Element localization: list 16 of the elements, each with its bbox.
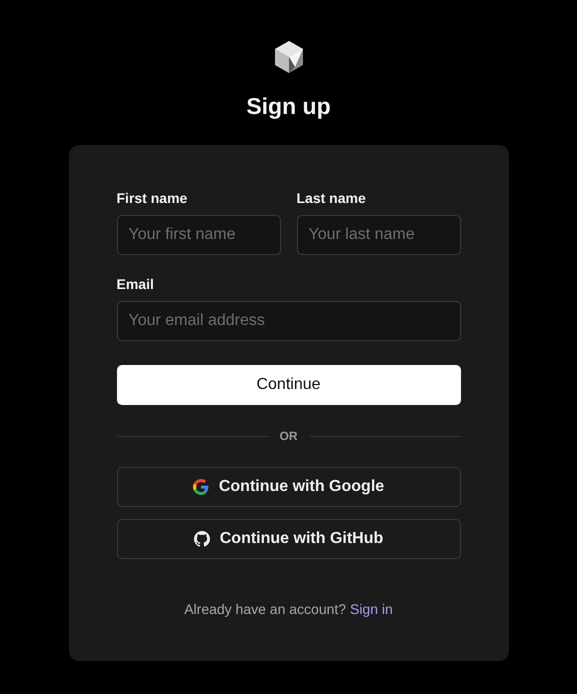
field-label: Last name <box>296 189 367 207</box>
input-field[interactable]: Your email address <box>116 301 460 341</box>
divider-label: OR <box>280 429 298 443</box>
github-icon <box>194 531 210 547</box>
input-field[interactable]: Your first name <box>116 215 280 255</box>
input-field[interactable]: Your last name <box>296 215 460 255</box>
signin-prompt: Already have an account? Sign in <box>183 601 394 617</box>
page-title: Sign up <box>246 92 331 120</box>
cube-logo-icon <box>272 40 304 74</box>
social-login-button[interactable]: Continue with GitHub <box>116 519 460 559</box>
field-label: Email <box>116 275 155 293</box>
continue-button[interactable]: Continue <box>116 365 460 405</box>
social-login-button[interactable]: Continue with Google <box>116 467 460 507</box>
signin-link[interactable]: Sign in <box>350 601 393 617</box>
field-label: First name <box>116 189 188 207</box>
google-icon <box>192 479 209 495</box>
